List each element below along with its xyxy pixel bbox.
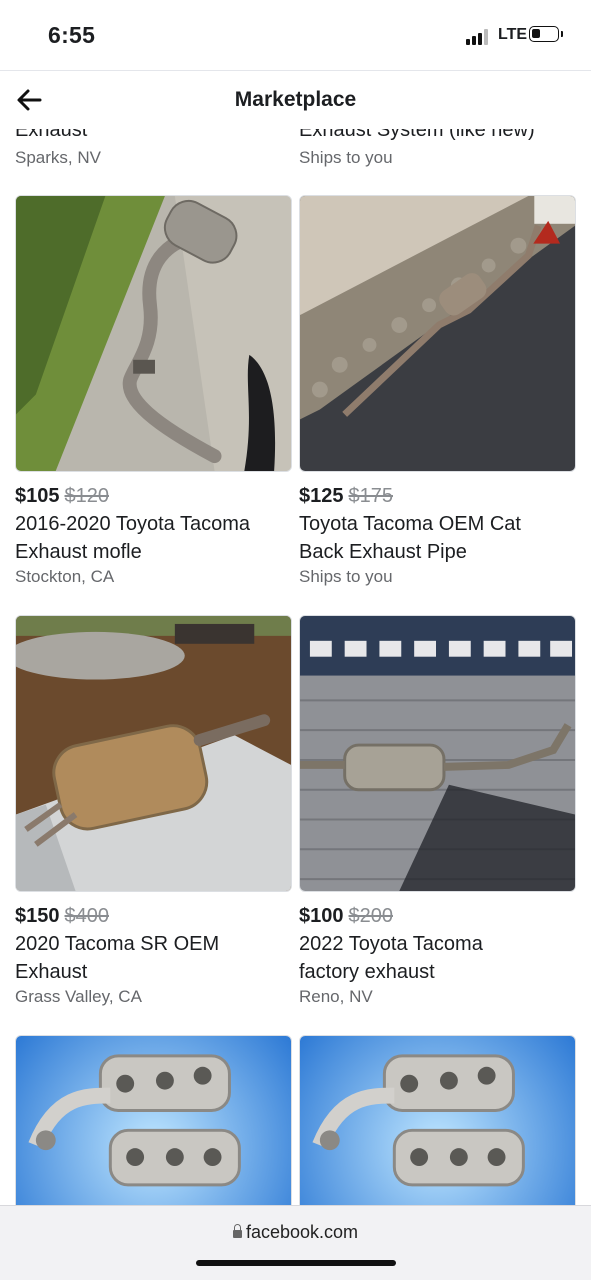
listing-original-price: $175 bbox=[348, 485, 394, 507]
listing-photo[interactable] bbox=[15, 615, 292, 892]
listing-card[interactable] bbox=[299, 1035, 576, 1205]
home-indicator[interactable] bbox=[196, 1260, 396, 1266]
top-nav-bar: Marketplace bbox=[0, 70, 591, 129]
browser-url-bar[interactable]: facebook.com bbox=[0, 1205, 591, 1280]
url-text: facebook.com bbox=[245, 1222, 359, 1242]
listing-title-line: 2022 Toyota Tacoma bbox=[299, 933, 483, 955]
listing-location: Sparks, NV bbox=[15, 148, 101, 167]
page-title: Marketplace bbox=[234, 88, 357, 111]
listing-title-line: Exhaust mofle bbox=[15, 541, 142, 563]
listing-title[interactable]: Toyota Tacoma OEM Cat Back Exhaust Pipe bbox=[299, 510, 576, 566]
listing-card[interactable]: $105 $120 2016-2020 Toyota Tacoma Exhaust… bbox=[15, 195, 292, 588]
url-display[interactable]: facebook.com bbox=[0, 1222, 591, 1243]
battery-tip bbox=[561, 31, 563, 37]
listing-title-partial[interactable]: Exhaust System (like new) bbox=[299, 128, 535, 142]
listing-card[interactable] bbox=[15, 1035, 292, 1205]
listing-title[interactable]: 2016-2020 Toyota Tacoma Exhaust mofle bbox=[15, 510, 292, 566]
listing-location: Ships to you bbox=[299, 148, 393, 167]
listing-title-line: factory exhaust bbox=[299, 961, 435, 983]
status-time: 6:55 bbox=[48, 22, 96, 48]
network-label: LTE bbox=[498, 26, 528, 43]
listing-feed[interactable]: Exhaust Sparks, NV Exhaust System (like … bbox=[0, 128, 591, 1205]
lock-icon bbox=[232, 1224, 242, 1238]
listing-price: $105 bbox=[15, 485, 60, 507]
listing-title[interactable]: 2022 Toyota Tacoma factory exhaust bbox=[299, 930, 576, 986]
listing-location: Stockton, CA bbox=[15, 567, 115, 586]
listing-photo[interactable] bbox=[15, 195, 292, 472]
listing-title[interactable]: 2020 Tacoma SR OEM Exhaust bbox=[15, 930, 292, 986]
listing-card[interactable]: $125 $175 Toyota Tacoma OEM Cat Back Exha… bbox=[299, 195, 576, 588]
listing-photo[interactable] bbox=[15, 1035, 292, 1205]
listing-location: Grass Valley, CA bbox=[15, 987, 142, 1006]
listing-photo[interactable] bbox=[299, 1035, 576, 1205]
listing-title-partial[interactable]: Exhaust bbox=[15, 128, 87, 142]
listing-location: Ships to you bbox=[299, 567, 393, 586]
listing-price: $125 bbox=[299, 485, 344, 507]
listing-title-line: 2020 Tacoma SR OEM bbox=[15, 933, 220, 955]
status-bar: 6:55 LTE bbox=[0, 0, 591, 70]
listing-price: $100 bbox=[299, 905, 344, 927]
listing-photo[interactable] bbox=[299, 195, 576, 472]
listing-photo[interactable] bbox=[299, 615, 576, 892]
listing-original-price: $120 bbox=[64, 485, 110, 507]
listing-price: $150 bbox=[15, 905, 60, 927]
battery-icon bbox=[529, 26, 559, 42]
listing-title-line: Exhaust bbox=[15, 961, 88, 983]
signal-icon bbox=[466, 29, 492, 45]
listing-title-line: 2016-2020 Toyota Tacoma bbox=[15, 513, 250, 535]
listing-title-line: Back Exhaust Pipe bbox=[299, 541, 467, 563]
listing-original-price: $400 bbox=[64, 905, 110, 927]
listing-card[interactable]: $100 $200 2022 Toyota Tacoma factory exha… bbox=[299, 615, 576, 1008]
listing-title-line: Toyota Tacoma OEM Cat bbox=[299, 513, 521, 535]
listing-location: Reno, NV bbox=[299, 987, 373, 1006]
listing-original-price: $200 bbox=[348, 905, 394, 927]
listing-card[interactable]: $150 $400 2020 Tacoma SR OEM Exhaust Gras… bbox=[15, 615, 292, 1008]
